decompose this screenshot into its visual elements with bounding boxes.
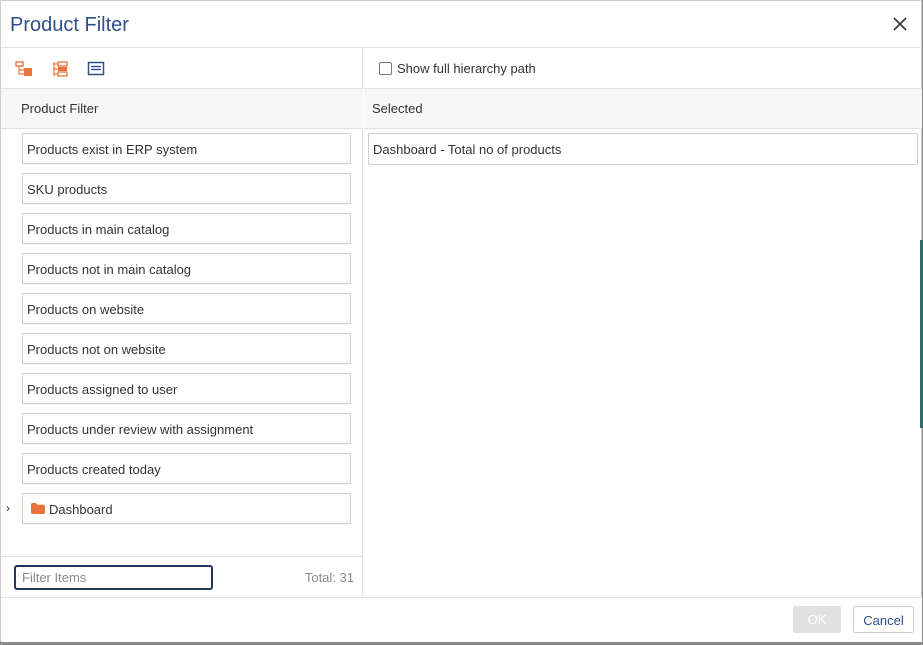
close-button[interactable]: [890, 14, 910, 34]
show-full-path-label: Show full hierarchy path: [397, 61, 536, 76]
list-item[interactable]: Products exist in ERP system: [22, 133, 351, 164]
selected-item[interactable]: Dashboard - Total no of products: [368, 133, 918, 165]
folder-label: Dashboard: [49, 502, 113, 517]
list-item-folder-dashboard[interactable]: Dashboard: [22, 493, 351, 524]
show-full-path-checkbox[interactable]: [379, 62, 392, 75]
close-icon: [893, 17, 907, 31]
selected-toolbar: Show full hierarchy path: [364, 49, 922, 89]
tree-toolbar: [1, 49, 363, 89]
filter-footer: Total: 31: [1, 556, 363, 597]
list-item[interactable]: Products assigned to user: [22, 373, 351, 404]
ok-button[interactable]: OK: [793, 606, 841, 633]
filter-list: Products exist in ERP system SKU product…: [1, 130, 363, 556]
dialog-titlebar: Product Filter: [1, 1, 922, 48]
expand-all-button[interactable]: [14, 59, 34, 79]
list-view-button[interactable]: [86, 59, 106, 79]
list-item[interactable]: Products in main catalog: [22, 213, 351, 244]
list-item[interactable]: Products not in main catalog: [22, 253, 351, 284]
list-item[interactable]: Products under review with assignment: [22, 413, 351, 444]
filter-tree-panel: Product Filter Products exist in ERP sys…: [1, 49, 363, 597]
selected-panel: Show full hierarchy path Selected Dashbo…: [364, 49, 923, 597]
list-view-icon: [87, 61, 105, 76]
total-count: Total: 31: [304, 570, 354, 585]
cancel-button[interactable]: Cancel: [853, 606, 914, 633]
list-item[interactable]: Products on website: [22, 293, 351, 324]
selected-column-header: Selected: [364, 89, 922, 129]
list-item[interactable]: SKU products: [22, 173, 351, 204]
tree-collapse-icon: [53, 61, 68, 77]
list-item[interactable]: Products created today: [22, 453, 351, 484]
filter-items-input[interactable]: [14, 565, 213, 590]
product-filter-dialog: Product Filter Product Filter Products e…: [0, 0, 923, 642]
dialog-footer: OK Cancel: [1, 597, 922, 642]
tree-expand-icon: [15, 61, 32, 76]
filter-column-header: Product Filter: [1, 89, 363, 129]
dialog-title: Product Filter: [10, 14, 129, 36]
list-item[interactable]: Products not on website: [22, 333, 351, 364]
collapse-all-button[interactable]: [50, 59, 70, 79]
show-full-path-option[interactable]: Show full hierarchy path: [379, 61, 536, 76]
folder-icon: [31, 503, 45, 514]
dashboard-expander[interactable]: ›: [6, 501, 10, 515]
